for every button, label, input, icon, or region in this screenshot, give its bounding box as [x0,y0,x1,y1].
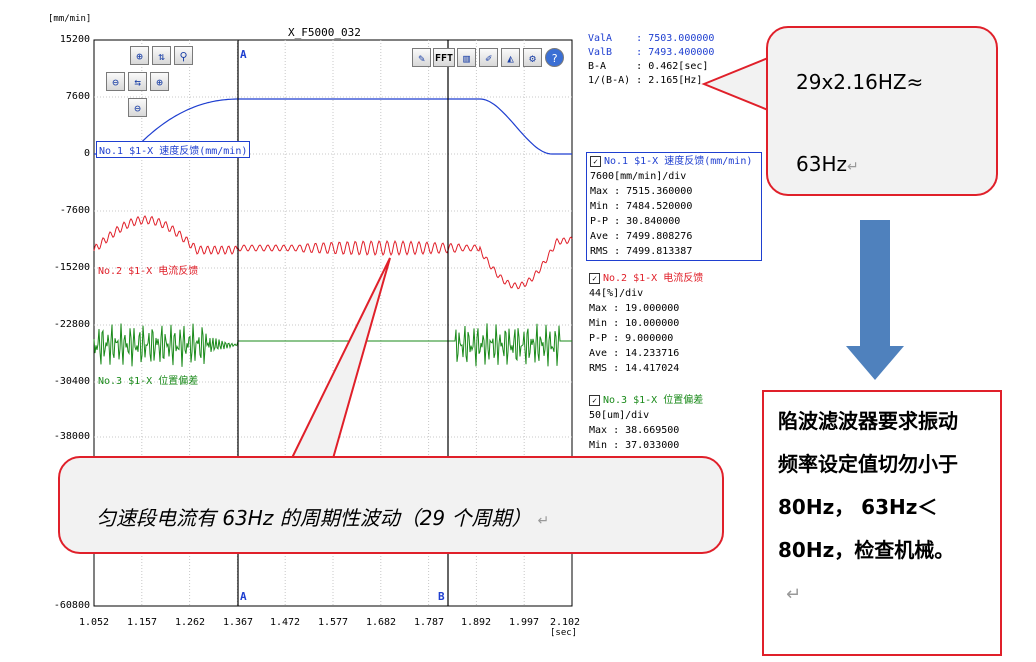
legend-current: No.2 $1-X 电流反馈 [98,266,199,277]
y-tick: -60800 [53,600,90,611]
y-tick: 15200 [59,34,90,45]
cursor-a-bottom-label: A [240,590,247,603]
zoom-out-icon[interactable]: ⊖ [106,72,125,91]
y-tick: -30400 [53,376,90,387]
stat-line: Max : 7515.360000 [590,186,693,197]
stat-line: 7600[mm/min]/div [590,171,687,182]
zoom-region-icon[interactable]: ⊖ [128,98,147,117]
stat-line: 50[um]/div [589,410,650,421]
swap-icon[interactable]: ⇆ [128,72,147,91]
cursor-readout: ValA : 7503.000000 ValB : 7493.400000 B-… [588,32,714,88]
bar-chart-icon[interactable]: ▥ [457,48,476,67]
y-tick: -38000 [53,431,90,442]
callout-text: 匀速段电流有 63Hz 的周期性波动（29 个周期） ↵ [96,506,550,530]
stat-line: 44[%]/div [589,288,644,299]
stat-line: Min : 37.033000 [589,440,680,451]
checkbox-icon[interactable]: ✓ [589,395,600,406]
stat-line: P-P : 30.840000 [590,216,681,227]
readout-frequency: 1/(B-A) : 2.165[Hz] [588,75,703,86]
y-tick: -15200 [53,262,90,273]
cursor-a-top-label: A [240,48,247,61]
readout-val-b: ValB : 7493.400000 [588,47,715,58]
stat-line: Max : 19.000000 [589,303,680,314]
help-icon[interactable]: ? [545,48,564,67]
callout-line: 29x2.16HZ≈ [796,70,924,94]
checkbox-icon[interactable]: ✓ [590,156,601,167]
channel-title: No.3 $1-X 位置偏差 [603,395,704,406]
stat-line: Max : 38.669500 [589,425,680,436]
stat-line: Min : 10.000000 [589,318,680,329]
fft-button[interactable]: FFT [433,48,455,67]
fit-y-icon[interactable]: ⇅ [152,46,171,65]
stat-line: RMS : 14.417024 [589,363,680,374]
y-tick: 7600 [65,91,90,102]
y-unit-label: [mm/min] [48,14,92,24]
current-ripple-callout: 匀速段电流有 63Hz 的周期性波动（29 个周期） ↵ [58,456,724,554]
zoom-in-x-icon[interactable]: ⊕ [130,46,149,65]
settings-icon[interactable]: ⚙ [523,48,542,67]
export-icon[interactable]: ✎ [412,48,431,67]
stat-line: RMS : 7499.813387 [590,246,693,257]
zoom-y-icon[interactable]: ⚲ [174,46,193,65]
x-tick: 2.102 [549,617,581,628]
channel-1-stats: ✓ No.1 $1-X 速度反馈(mm/min) 7600[mm/min]/div… [586,152,762,261]
stat-line: Min : 7484.520000 [590,201,693,212]
checkbox-icon[interactable]: ✓ [589,273,600,284]
down-arrow-icon [846,346,904,380]
frequency-callout: 29x2.16HZ≈ 63Hz↵ [766,26,998,196]
notch-filter-note: 陷波滤波器要求振动频率设定值切勿小于80Hz， 63Hz＜80Hz，检查机械。↵ [762,390,1002,656]
x-unit-label: [sec] [550,628,578,638]
y-tick: -7600 [59,205,90,216]
y-tick: -22800 [53,319,90,330]
notch-filter-text: 陷波滤波器要求振动频率设定值切勿小于80Hz， 63Hz＜80Hz，检查机械。↵ [778,409,958,605]
marker-icon[interactable]: ✐ [479,48,498,67]
y-tick: 0 [83,148,90,159]
readout-b-minus-a: B-A : 0.462[sec] [588,61,709,72]
stat-line: Ave : 7499.808276 [590,231,693,242]
area-chart-icon[interactable]: ◭ [501,48,520,67]
stat-line: Ave : 14.233716 [589,348,680,359]
channel-title: No.2 $1-X 电流反馈 [603,273,704,284]
legend-position: No.3 $1-X 位置偏差 [98,376,199,387]
channel-title: No.1 $1-X 速度反馈(mm/min) [604,156,753,167]
channel-3-stats: ✓ No.3 $1-X 位置偏差 50[um]/div Max : 38.6695… [586,392,760,454]
window-title: X_F5000_032 [288,26,361,39]
down-arrow-shaft [860,220,890,346]
stat-line: P-P : 9.000000 [589,333,674,344]
callout-line: 63Hz↵ [796,152,859,176]
zoom-box-icon[interactable]: ⊕ [150,72,169,91]
readout-val-a: ValA : 7503.000000 [588,33,715,44]
channel-2-stats: ✓ No.2 $1-X 电流反馈 44[%]/div Max : 19.00000… [586,270,760,377]
legend-speed: No.1 $1-X 速度反馈(mm/min) [96,141,251,158]
cursor-b-bottom-label: B [438,590,445,603]
